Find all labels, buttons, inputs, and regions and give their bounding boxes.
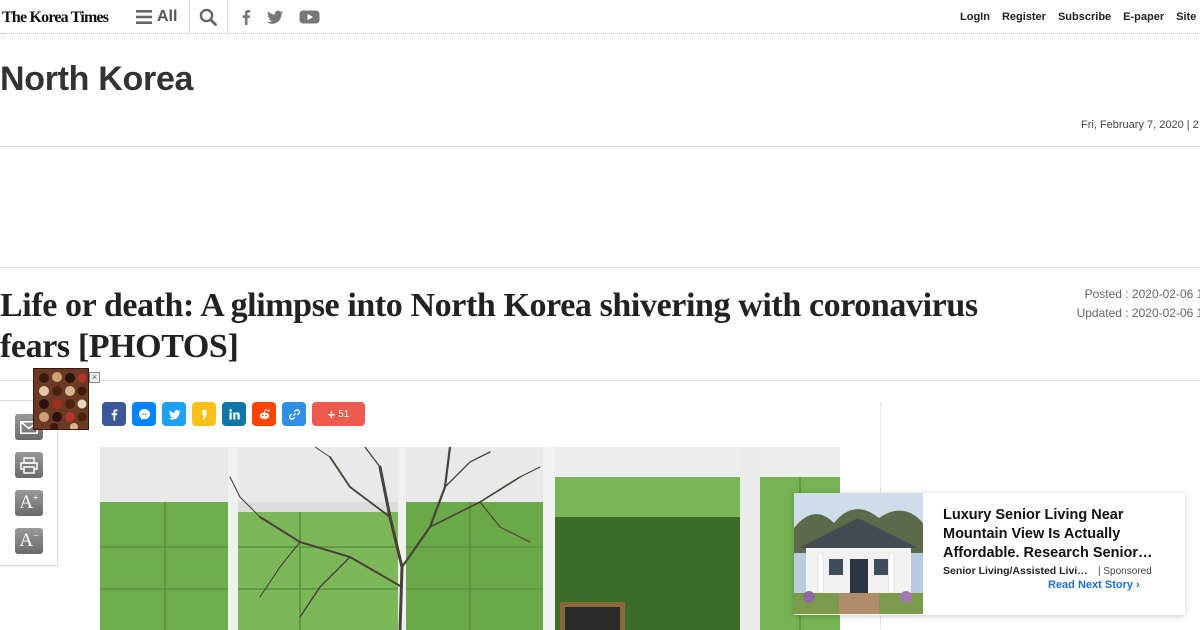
section-title[interactable]: North Korea (0, 60, 193, 99)
share-bar: + 51 (102, 402, 365, 426)
read-next-label: Read Next Story (1048, 579, 1133, 591)
twitter-icon (168, 409, 180, 420)
dateline: Fri, February 7, 2020 | 2 (1081, 119, 1199, 131)
divider (0, 146, 1200, 147)
increase-font-button[interactable]: A+ (15, 490, 43, 516)
share-messenger-button[interactable] (132, 402, 156, 426)
register-link[interactable]: Register (1002, 11, 1046, 23)
promo-title[interactable]: Luxury Senior Living Near Mountain View … (943, 506, 1165, 563)
top-navigation-bar: The Korea Times All LogIn Register Subsc… (0, 0, 1200, 34)
chocolate-box-image (34, 369, 88, 429)
share-reddit-button[interactable] (252, 402, 276, 426)
facebook-icon[interactable] (237, 8, 255, 26)
share-count: 51 (338, 408, 350, 420)
login-link[interactable]: LogIn (960, 11, 990, 23)
subscribe-link[interactable]: Subscribe (1058, 11, 1111, 23)
updated-date: Updated : 2020-02-06 17 (1076, 306, 1200, 320)
building-photo (100, 447, 840, 630)
menu-label: All (157, 8, 178, 25)
article-dates: Posted : 2020-02-06 14 Updated : 2020-02… (1050, 285, 1200, 323)
link-icon (288, 408, 300, 420)
promo-thumbnail[interactable] (794, 493, 923, 614)
more-share-button[interactable]: + 51 (312, 402, 365, 426)
reddit-icon (259, 408, 270, 419)
all-sections-menu-button[interactable]: All (136, 8, 177, 26)
print-button[interactable] (15, 452, 43, 478)
twitter-icon[interactable] (266, 8, 284, 26)
site-logo[interactable]: The Korea Times (2, 9, 109, 27)
sponsored-promo-card[interactable]: Luxury Senior Living Near Mountain View … (794, 493, 1185, 615)
floating-ad-image[interactable] (33, 368, 89, 430)
posted-date: Posted : 2020-02-06 14 (1084, 287, 1200, 301)
sponsored-label: | Sponsored (1098, 566, 1152, 577)
linkedin-icon (228, 408, 240, 419)
read-next-story-link[interactable]: Read Next Story › (1048, 579, 1140, 591)
font-increase-icon: A+ (19, 492, 39, 513)
divider (227, 0, 228, 34)
house-photo (794, 493, 923, 614)
article-headline: Life or death: A glimpse into North Kore… (0, 287, 978, 365)
messenger-icon (138, 408, 150, 420)
share-twitter-button[interactable] (162, 402, 186, 426)
article-main-photo[interactable] (100, 447, 840, 630)
printer-icon (20, 456, 38, 474)
share-linkedin-button[interactable] (222, 402, 246, 426)
copy-link-button[interactable] (282, 402, 306, 426)
chevron-right-icon: › (1136, 579, 1140, 591)
plus-icon: + (327, 406, 336, 422)
hamburger-icon (136, 10, 152, 24)
youtube-icon[interactable] (299, 8, 320, 26)
decrease-font-button[interactable]: A− (15, 528, 43, 554)
promo-source: Senior Living/Assisted Livi… (943, 565, 1088, 577)
close-ad-button[interactable]: × (89, 372, 100, 383)
site-link[interactable]: Site (1176, 11, 1196, 23)
facebook-icon (111, 408, 117, 420)
font-decrease-icon: A− (19, 530, 39, 551)
share-kakaostory-button[interactable] (192, 402, 216, 426)
close-icon: × (91, 372, 98, 382)
account-links: LogIn Register Subscribe E-paper Site (960, 11, 1196, 23)
divider (0, 380, 1200, 381)
divider (0, 267, 1200, 268)
e-paper-link[interactable]: E-paper (1123, 11, 1164, 23)
kakaostory-icon (202, 409, 206, 419)
share-facebook-button[interactable] (102, 402, 126, 426)
divider (189, 0, 190, 34)
search-icon[interactable] (199, 8, 217, 26)
